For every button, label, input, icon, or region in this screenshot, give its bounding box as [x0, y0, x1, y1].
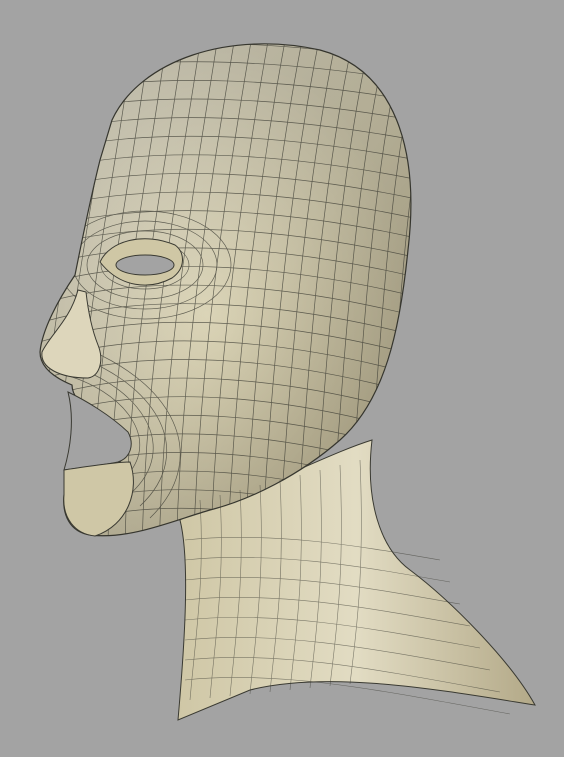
3d-viewport[interactable]: [0, 0, 564, 757]
head-model: [39, 43, 536, 721]
eye-hole: [115, 254, 175, 276]
